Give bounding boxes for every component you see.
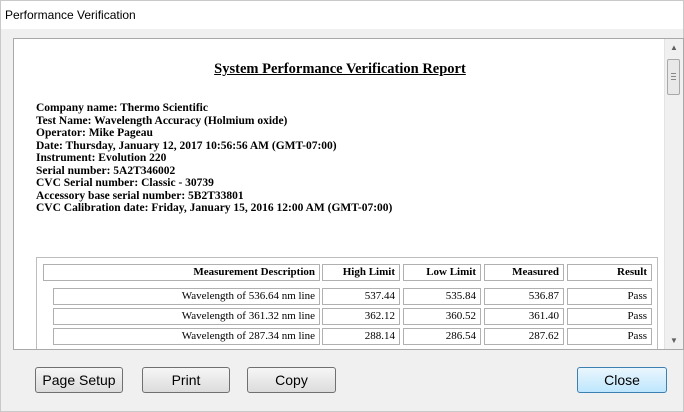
table-row-2-result: Pass xyxy=(567,308,652,325)
info-accessory-serial: Accessory base serial number: 5B2T33801 xyxy=(36,189,244,202)
page-setup-button[interactable]: Page Setup xyxy=(35,367,123,393)
table-row-2-description: Wavelength of 361.32 nm line xyxy=(53,308,320,325)
header-result: Result xyxy=(567,264,652,281)
header-measurement-description: Measurement Description xyxy=(43,264,320,281)
info-serial-number: Serial number: 5A2T346002 xyxy=(36,164,176,177)
table-row-3-high-limit: 288.14 xyxy=(322,328,400,345)
table-row-1-high-limit: 537.44 xyxy=(322,288,400,305)
report-title: System Performance Verification Report xyxy=(214,61,466,77)
info-instrument: Instrument: Evolution 220 xyxy=(36,152,167,164)
table-row-3-description: Wavelength of 287.34 nm line xyxy=(53,328,320,345)
info-cvc-calibration: CVC Calibration date: Friday, January 15… xyxy=(36,202,393,214)
header-measured: Measured xyxy=(484,264,564,281)
table-row-1-result: Pass xyxy=(567,288,652,305)
table-row-3-result: Pass xyxy=(567,328,652,345)
table-row-1-low-limit: 535.84 xyxy=(403,288,481,305)
report-page: System Performance Verification Report C… xyxy=(14,39,666,349)
print-button[interactable]: Print xyxy=(142,367,230,393)
table-row-2-low-limit: 360.52 xyxy=(403,308,481,325)
close-button[interactable]: Close xyxy=(577,367,667,393)
info-date: Date: Thursday, January 12, 2017 10:56:5… xyxy=(36,139,337,152)
results-table: Measurement Description High Limit Low L… xyxy=(36,257,658,349)
window-title: Performance Verification xyxy=(5,8,136,22)
info-cvc-serial: CVC Serial number: Classic - 30739 xyxy=(36,177,214,189)
copy-button[interactable]: Copy xyxy=(247,367,336,393)
thumb-grip-line xyxy=(671,79,676,80)
table-row-3-low-limit: 286.54 xyxy=(403,328,481,345)
report-info: Company name: Thermo Scientific Test Nam… xyxy=(36,102,392,215)
title-bar: Performance Verification xyxy=(1,1,683,29)
scroll-down-arrow-icon[interactable]: ▼ xyxy=(665,332,683,349)
scrollbar-thumb[interactable] xyxy=(667,59,680,95)
table-row-1-measured: 536.87 xyxy=(484,288,564,305)
scroll-up-arrow-icon[interactable]: ▲ xyxy=(665,39,683,56)
info-test-name: Test Name: Wavelength Accuracy (Holmium … xyxy=(36,114,288,127)
thumb-grip-line xyxy=(671,76,676,77)
table-row-3-measured: 287.62 xyxy=(484,328,564,345)
info-operator: Operator: Mike Pageau xyxy=(36,127,153,139)
info-company: Company name: Thermo Scientific xyxy=(36,102,208,114)
performance-verification-window: Performance Verification System Performa… xyxy=(0,0,684,412)
header-high-limit: High Limit xyxy=(322,264,400,281)
report-viewer[interactable]: System Performance Verification Report C… xyxy=(13,38,684,350)
table-row-1-description: Wavelength of 536.64 nm line xyxy=(53,288,320,305)
thumb-grip-line xyxy=(671,73,676,74)
header-low-limit: Low Limit xyxy=(403,264,481,281)
table-row-2-measured: 361.40 xyxy=(484,308,564,325)
table-row-2-high-limit: 362.12 xyxy=(322,308,400,325)
vertical-scrollbar[interactable]: ▲ ▼ xyxy=(664,39,683,349)
